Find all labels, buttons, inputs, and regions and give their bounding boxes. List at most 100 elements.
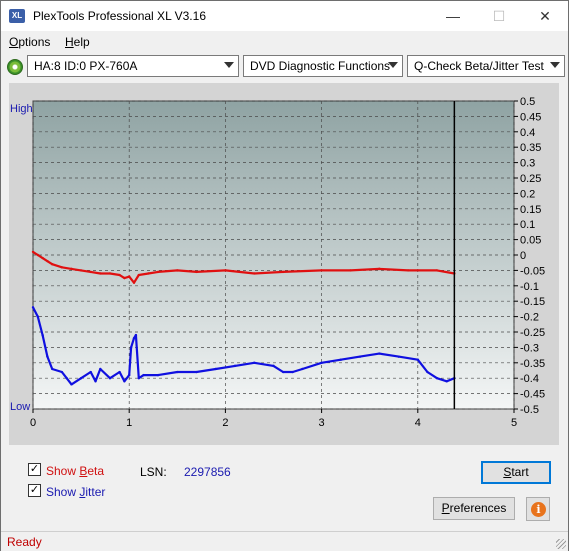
x-tick-label: 0 xyxy=(30,417,36,429)
data-point-jitter xyxy=(214,367,217,371)
minimize-button[interactable]: — xyxy=(430,1,476,31)
data-point-beta xyxy=(195,270,198,274)
data-point-jitter xyxy=(128,373,131,377)
data-point-jitter xyxy=(134,333,138,337)
data-point-jitter xyxy=(445,380,448,383)
data-point-beta xyxy=(118,273,121,277)
close-icon: ✕ xyxy=(539,8,551,24)
data-point-jitter xyxy=(253,361,256,364)
status-text: Ready xyxy=(7,535,42,549)
y-tick-label: 0.3 xyxy=(520,158,535,170)
x-tick-label: 3 xyxy=(319,417,325,429)
data-point-jitter xyxy=(31,306,35,309)
data-point-beta xyxy=(128,275,131,278)
data-point-beta xyxy=(137,273,141,277)
data-point-beta xyxy=(176,269,179,272)
data-point-beta xyxy=(36,253,40,257)
test-select-value: Q-Check Beta/Jitter Test xyxy=(414,59,544,73)
y-tick-label: -0.1 xyxy=(520,281,539,293)
data-point-beta xyxy=(147,272,150,275)
data-point-jitter xyxy=(435,377,439,380)
data-point-beta xyxy=(406,269,410,272)
minimize-icon: — xyxy=(446,8,460,24)
plextools-logo-icon: XL xyxy=(9,9,25,23)
data-point-jitter xyxy=(94,380,97,383)
data-point-jitter xyxy=(132,336,136,340)
drive-select-value: HA:8 ID:0 PX-760A xyxy=(34,59,138,73)
data-point-jitter xyxy=(79,377,83,380)
drive-select[interactable]: HA:8 ID:0 PX-760A xyxy=(27,55,239,77)
data-point-jitter xyxy=(426,370,429,374)
chevron-down-icon xyxy=(224,62,234,68)
data-point-jitter xyxy=(320,361,323,364)
x-axis-ticks: 0 1 2 3 4 5 xyxy=(30,409,517,429)
window-title: PlexTools Professional XL V3.16 xyxy=(33,9,206,23)
data-point-jitter xyxy=(195,370,198,374)
y-tick-label: 0.25 xyxy=(520,173,541,185)
data-point-beta xyxy=(156,270,160,274)
close-button[interactable]: ✕ xyxy=(522,1,568,31)
y-tick-label: -0.4 xyxy=(520,373,539,385)
high-label: High xyxy=(10,103,33,115)
data-point-jitter xyxy=(41,333,44,337)
info-button[interactable]: i xyxy=(526,497,550,521)
menu-bar: Options Help xyxy=(1,32,568,52)
data-point-jitter xyxy=(137,377,141,380)
data-point-jitter xyxy=(358,355,362,358)
y-tick-label: -0.25 xyxy=(520,327,545,339)
data-point-beta xyxy=(435,269,439,272)
low-label: Low xyxy=(10,401,31,413)
data-point-jitter xyxy=(123,380,126,383)
toolbar: HA:8 ID:0 PX-760A DVD Diagnostic Functio… xyxy=(1,53,568,80)
data-point-beta xyxy=(89,270,92,274)
maximize-icon: ☐ xyxy=(492,8,506,24)
data-point-beta xyxy=(123,276,126,280)
start-button[interactable]: Start xyxy=(481,461,551,484)
maximize-button[interactable]: ☐ xyxy=(476,1,522,31)
data-point-jitter xyxy=(378,352,381,355)
y-tick-label: -0.05 xyxy=(520,265,545,277)
function-select[interactable]: DVD Diagnostic Functions xyxy=(243,55,403,77)
chevron-down-icon xyxy=(550,62,560,68)
x-tick-label: 1 xyxy=(126,417,132,429)
disc-drive-icon xyxy=(7,59,23,75)
resize-grip-icon[interactable] xyxy=(556,539,566,549)
data-point-jitter xyxy=(89,370,92,374)
data-point-beta xyxy=(60,266,64,269)
data-point-jitter xyxy=(60,370,64,374)
data-point-jitter xyxy=(281,370,285,374)
test-select[interactable]: Q-Check Beta/Jitter Test xyxy=(407,55,565,77)
y-tick-label: 0.15 xyxy=(520,204,541,216)
x-tick-label: 2 xyxy=(222,417,228,429)
show-jitter-label: Show Jitter xyxy=(46,485,106,499)
checkmark-icon: ✓ xyxy=(29,463,40,475)
chevron-down-icon xyxy=(388,62,398,68)
data-point-jitter xyxy=(108,377,112,380)
data-point-jitter xyxy=(156,373,160,377)
data-point-beta xyxy=(41,256,44,260)
y-tick-label: -0.45 xyxy=(520,389,545,401)
data-point-jitter xyxy=(65,377,68,380)
data-point-jitter xyxy=(272,364,275,368)
y-tick-label: 0 xyxy=(520,250,526,262)
show-beta-checkbox[interactable]: ✓ xyxy=(28,463,41,476)
show-jitter-checkbox[interactable]: ✓ xyxy=(28,484,41,497)
data-point-jitter xyxy=(118,370,121,374)
data-point-beta xyxy=(320,269,323,272)
control-panel: ✓ Show Beta ✓ Show Jitter LSN: 2297856 S… xyxy=(9,451,559,529)
menu-options[interactable]: Options xyxy=(9,35,50,49)
y-tick-label: 0.4 xyxy=(520,127,535,139)
data-point-beta xyxy=(51,263,54,266)
app-window: XL PlexTools Professional XL V3.16 — ☐ ✕… xyxy=(0,0,569,551)
data-point-jitter xyxy=(397,355,400,358)
preferences-button[interactable]: Preferences xyxy=(433,497,515,520)
data-point-jitter xyxy=(70,383,73,386)
data-point-jitter xyxy=(301,367,304,371)
data-point-beta xyxy=(99,272,102,275)
data-point-jitter xyxy=(46,355,49,358)
menu-help[interactable]: Help xyxy=(65,35,90,49)
data-point-jitter xyxy=(233,364,237,368)
status-bar: Ready xyxy=(1,531,568,551)
checkmark-icon: ✓ xyxy=(29,484,40,496)
x-tick-label: 4 xyxy=(415,417,421,429)
